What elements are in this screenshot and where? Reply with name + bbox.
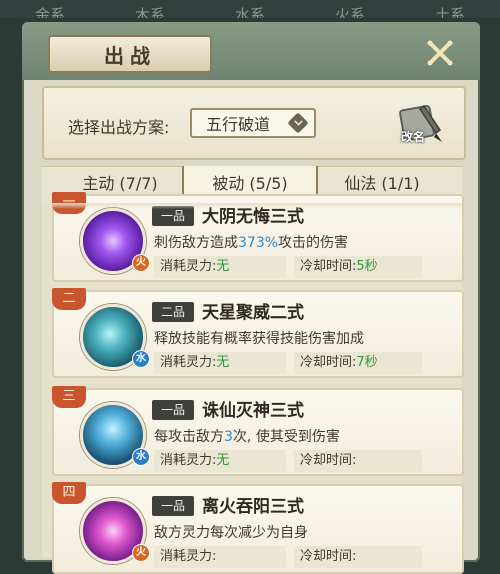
cooldown-value: 7秒 xyxy=(356,355,378,370)
cost-stat: 消耗灵力: xyxy=(154,546,286,568)
element-tab-wood[interactable]: 木系 xyxy=(135,8,165,19)
cost-label: 消耗灵力: xyxy=(160,259,217,274)
skill-grade: 二品 xyxy=(152,302,194,322)
cost-value: 无 xyxy=(216,453,230,468)
skill-desc-text: 次, 使其受到伤害 xyxy=(232,429,340,445)
element-badge-fire: 火 xyxy=(132,254,150,272)
list-top-fade xyxy=(42,203,462,209)
skill-desc-highlight: 373% xyxy=(238,235,279,251)
skill-card[interactable]: 二 水 二品 天星聚威二式 释放技能有概率获得技能伤害加成 消耗灵力:无 冷却时… xyxy=(52,288,464,378)
skill-description: 每攻击敌方3次, 使其受到伤害 xyxy=(154,426,340,446)
skill-index-badge: 三 xyxy=(52,386,86,408)
cost-value: 无 xyxy=(216,355,230,370)
panel-title: 出战 xyxy=(48,35,212,73)
skill-desc-highlight: 3 xyxy=(224,429,233,445)
cooldown-label: 冷却时间: xyxy=(300,453,357,468)
element-badge-water: 水 xyxy=(132,350,150,368)
cooldown-label: 冷却时间: xyxy=(300,259,357,274)
element-tab-water[interactable]: 水系 xyxy=(235,8,265,19)
skill-description: 释放技能有概率获得技能伤害加成 xyxy=(154,328,364,348)
skill-card[interactable]: 四 火 一品 离火吞阳三式 敌方灵力每次减少为自身 消耗灵力: 冷却时间: xyxy=(52,482,464,574)
cooldown-value: 5秒 xyxy=(356,259,378,274)
cost-label: 消耗灵力: xyxy=(160,549,217,564)
element-tab-metal[interactable]: 金系 xyxy=(35,8,65,19)
cooldown-label: 冷却时间: xyxy=(300,355,357,370)
plan-label: 选择出战方案: xyxy=(68,118,170,137)
skill-description: 刺伤敌方造成373%攻击的伤害 xyxy=(154,232,348,252)
cooldown-label: 冷却时间: xyxy=(300,549,357,564)
skill-index-badge: 四 xyxy=(52,482,86,504)
cooldown-stat: 冷却时间:7秒 xyxy=(294,352,422,374)
skill-card[interactable]: 三 水 一品 诛仙灭神三式 每攻击敌方3次, 使其受到伤害 消耗灵力:无 冷却时… xyxy=(52,386,464,476)
skill-name: 诛仙灭神三式 xyxy=(202,401,304,421)
cost-stat: 消耗灵力:无 xyxy=(154,450,286,472)
skill-desc-text: 攻击的伤害 xyxy=(278,235,349,251)
skill-desc-text: 释放技能有概率获得技能伤害加成 xyxy=(154,331,364,347)
cost-label: 消耗灵力: xyxy=(160,453,217,468)
element-tabs-strip: 金系 木系 水系 火系 土系 xyxy=(0,0,500,18)
skill-desc-text: 刺伤敌方造成 xyxy=(154,235,238,251)
rename-label: 改名 xyxy=(401,130,426,144)
close-icon xyxy=(427,40,453,66)
cooldown-stat: 冷却时间: xyxy=(294,450,422,472)
skill-name: 天星聚威二式 xyxy=(202,303,304,323)
element-tab-fire[interactable]: 火系 xyxy=(335,8,365,19)
cooldown-stat: 冷却时间:5秒 xyxy=(294,256,422,278)
cooldown-stat: 冷却时间: xyxy=(294,546,422,568)
cost-stat: 消耗灵力:无 xyxy=(154,256,286,278)
cost-stat: 消耗灵力:无 xyxy=(154,352,286,374)
chevron-down-icon xyxy=(287,112,309,134)
close-button[interactable] xyxy=(424,37,456,69)
element-tab-earth[interactable]: 土系 xyxy=(435,8,465,19)
plan-dropdown[interactable]: 五行破道 xyxy=(190,108,316,138)
skill-desc-text: 敌方灵力每次减少为自身 xyxy=(154,525,308,541)
skill-description: 敌方灵力每次减少为自身 xyxy=(154,522,308,542)
element-badge-water: 水 xyxy=(132,448,150,466)
cost-label: 消耗灵力: xyxy=(160,355,217,370)
plan-dropdown-value: 五行破道 xyxy=(206,115,271,134)
element-badge-fire: 火 xyxy=(132,544,150,562)
skill-index-badge: 二 xyxy=(52,288,86,310)
skill-name: 离火吞阳三式 xyxy=(202,497,304,517)
skill-grade: 一品 xyxy=(152,400,194,420)
skill-grade: 一品 xyxy=(152,496,194,516)
cost-value: 无 xyxy=(216,259,230,274)
skill-grade: 一品 xyxy=(152,206,194,226)
skill-desc-text: 每攻击敌方 xyxy=(154,429,224,445)
